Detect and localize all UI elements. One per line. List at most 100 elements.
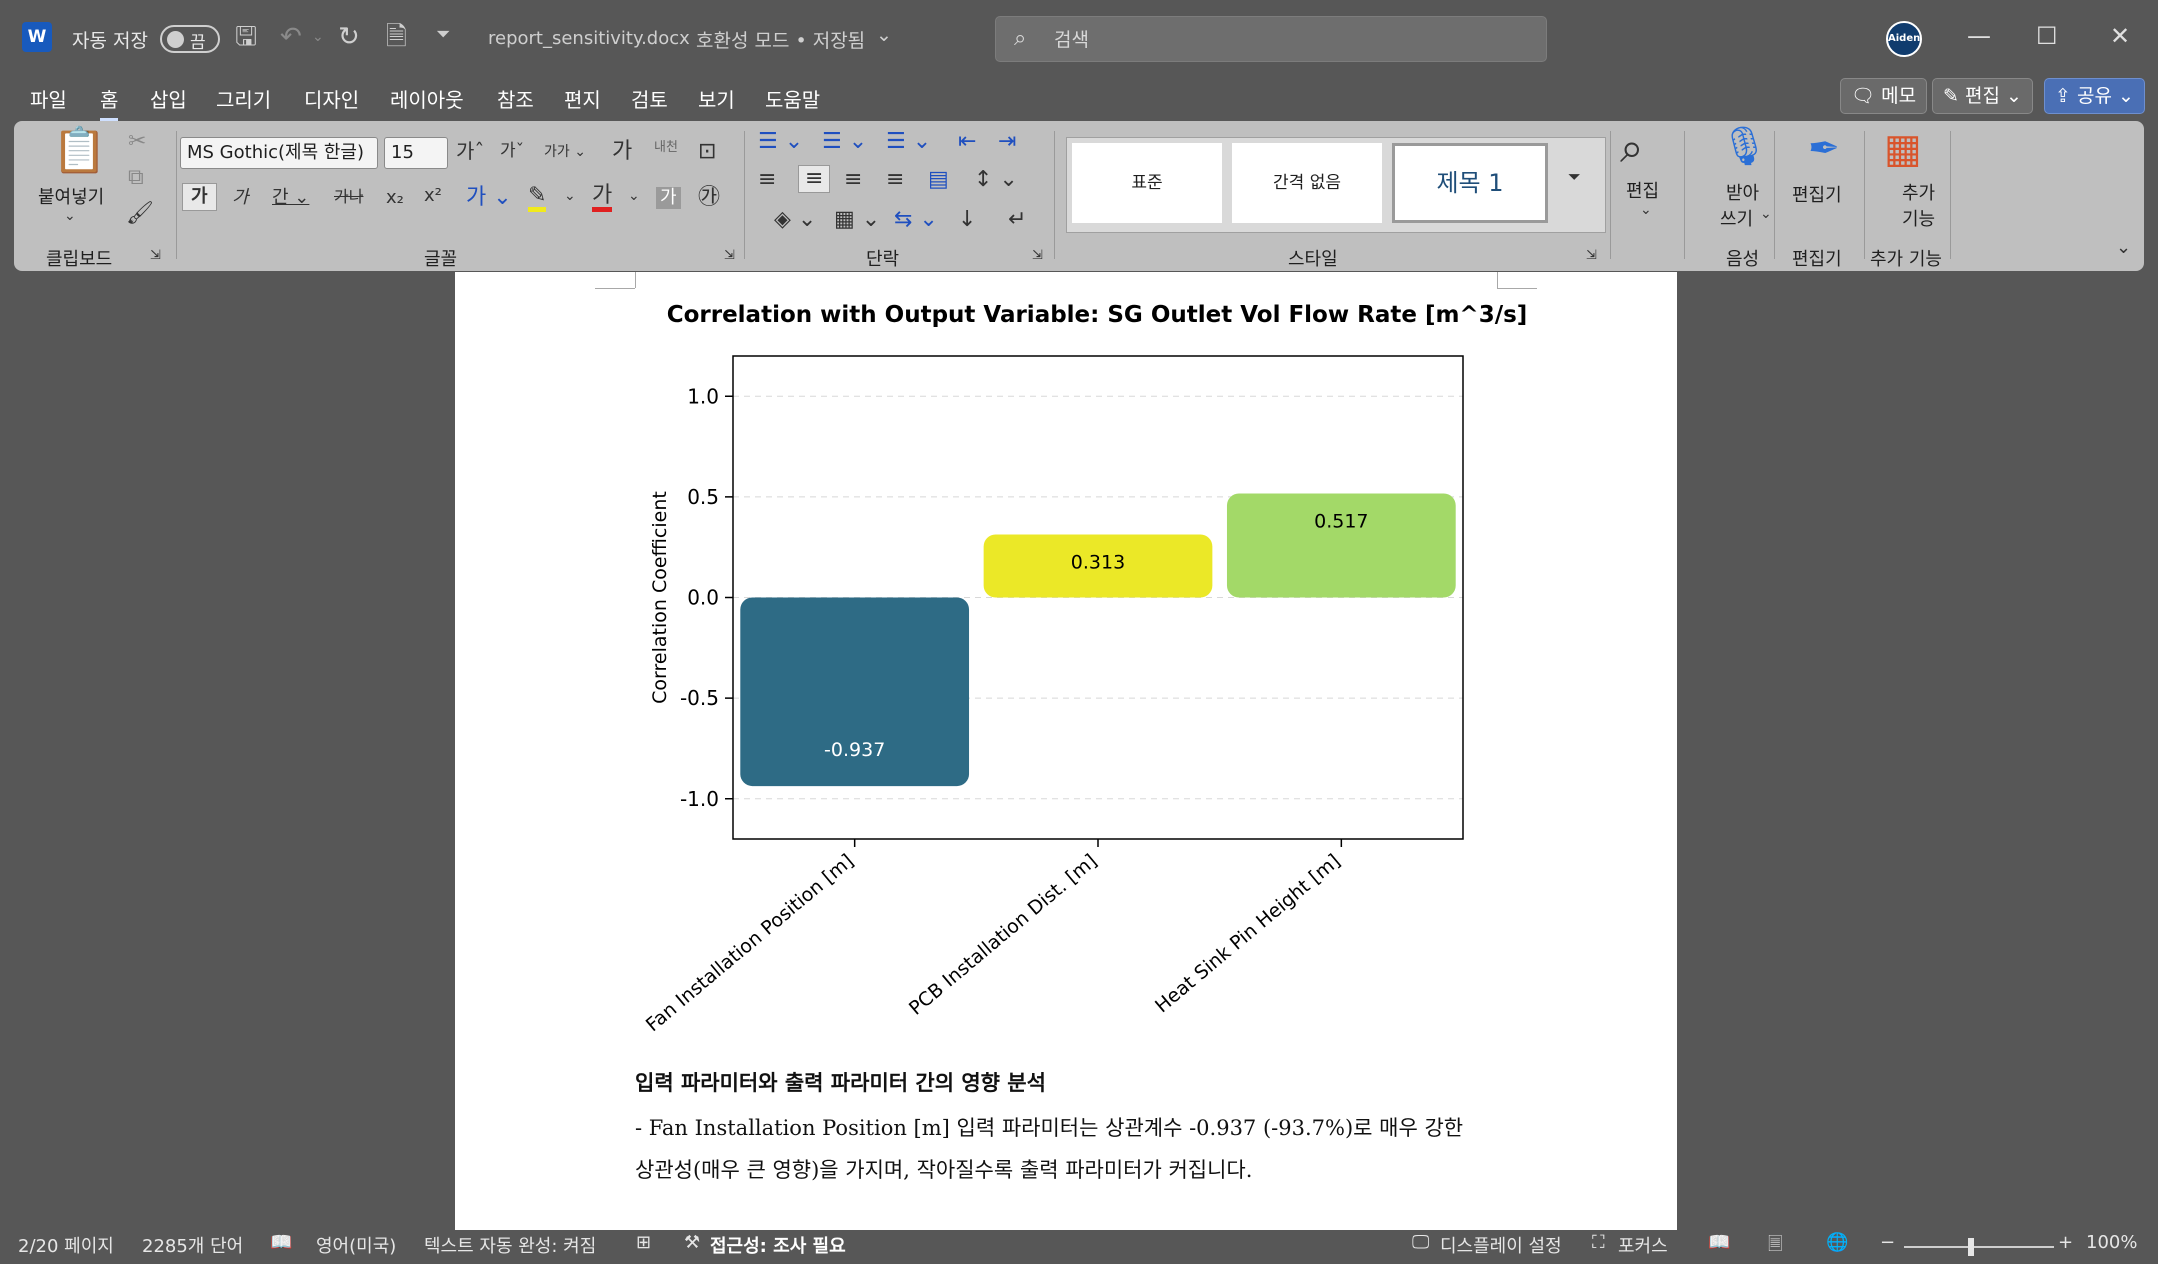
- dictate-label-line2[interactable]: 쓰기: [1720, 205, 1753, 231]
- language[interactable]: 영어(미국): [316, 1232, 396, 1258]
- strikethrough-icon[interactable]: 가나: [334, 189, 363, 205]
- char-border-icon[interactable]: ⊡: [698, 141, 716, 163]
- underline-icon[interactable]: 간 ⌄: [272, 189, 309, 207]
- zoom-slider[interactable]: [1904, 1246, 2054, 1248]
- multilevel-list-icon[interactable]: ☰ ⌄: [886, 131, 931, 153]
- editor-pen-icon[interactable]: ✒: [1808, 129, 1840, 167]
- tab-home[interactable]: 홈: [100, 84, 119, 121]
- undo-dropdown-icon[interactable]: ⌄: [312, 30, 324, 44]
- tab-layout[interactable]: 레이아웃: [390, 84, 464, 113]
- increase-indent-icon[interactable]: ⇥: [998, 131, 1016, 153]
- tab-draw[interactable]: 그리기: [216, 84, 271, 113]
- zoom-slider-thumb[interactable]: [1968, 1238, 1974, 1256]
- line-spacing-icon[interactable]: ↕ ⌄: [974, 169, 1018, 191]
- format-painter-icon[interactable]: 🖌: [126, 203, 154, 225]
- web-layout-icon[interactable]: 🌐: [1826, 1232, 1848, 1253]
- text-direction-icon[interactable]: ⇆ ⌄: [894, 209, 938, 231]
- grow-font-icon[interactable]: 가ˆ: [456, 141, 484, 161]
- font-size-select[interactable]: 15: [384, 137, 448, 169]
- addins-label-line2[interactable]: 기능: [1902, 205, 1935, 231]
- numbering-icon[interactable]: ☰ ⌄: [822, 131, 867, 153]
- copy-icon[interactable]: ⧉: [128, 167, 144, 189]
- cut-icon[interactable]: ✂: [128, 131, 146, 153]
- style-no-spacing[interactable]: 간격 없음: [1232, 143, 1382, 223]
- char-shading-icon[interactable]: 가: [656, 187, 681, 209]
- align-right-icon[interactable]: ≡: [844, 169, 862, 191]
- editing-label[interactable]: 편집: [1626, 177, 1659, 203]
- zoom-out-icon[interactable]: −: [1880, 1232, 1895, 1253]
- style-heading-1[interactable]: 제목 1: [1392, 143, 1548, 223]
- style-normal[interactable]: 표준: [1072, 143, 1222, 223]
- clipboard-launcher-icon[interactable]: ⇲: [150, 249, 161, 262]
- tab-references[interactable]: 참조: [497, 84, 534, 113]
- paste-dropdown-icon[interactable]: ⌄: [64, 209, 76, 223]
- font-family-select[interactable]: MS Gothic(제목 한글): [180, 137, 378, 169]
- customize-qat-icon[interactable]: ⏷: [436, 26, 450, 44]
- tab-help[interactable]: 도움말: [765, 84, 820, 113]
- word-count[interactable]: 2285개 단어: [142, 1232, 243, 1258]
- addins-grid-icon[interactable]: ▦: [1884, 129, 1922, 169]
- avatar[interactable]: Aiden: [1886, 21, 1922, 57]
- minimize-icon[interactable]: —: [1967, 22, 1991, 50]
- share-button[interactable]: ⇪ 공유 ⌄: [2044, 78, 2145, 114]
- justify-icon[interactable]: ≡: [886, 169, 904, 191]
- change-case-icon[interactable]: 가가 ⌄: [544, 145, 586, 159]
- highlight-icon[interactable]: ✎: [528, 185, 547, 212]
- find-icon[interactable]: ⌕: [1620, 127, 1644, 169]
- text-predictions[interactable]: 텍스트 자동 완성: 켜짐: [424, 1232, 596, 1258]
- editor-label[interactable]: 편집기: [1792, 181, 1842, 207]
- proofing-icon[interactable]: 📖: [270, 1232, 292, 1253]
- tab-file[interactable]: 파일: [30, 84, 67, 113]
- search-box[interactable]: ⌕: [995, 16, 1547, 62]
- font-color-dropdown-icon[interactable]: ⌄: [628, 189, 640, 203]
- paragraph-launcher-icon[interactable]: ⇲: [1032, 249, 1043, 262]
- show-marks-icon[interactable]: ↵: [1008, 209, 1026, 231]
- editing-mode-button[interactable]: ✎ 편집 ⌄: [1932, 78, 2033, 114]
- editing-dropdown-icon[interactable]: ⌄: [1640, 203, 1652, 217]
- decrease-indent-icon[interactable]: ⇤: [958, 131, 976, 153]
- subscript-icon[interactable]: x₂: [386, 189, 404, 207]
- document-mode[interactable]: 호환성 모드 • 저장됨: [696, 26, 865, 53]
- mode-dropdown-icon[interactable]: ⌄: [876, 24, 892, 46]
- tab-insert[interactable]: 삽입: [150, 84, 187, 113]
- macro-icon[interactable]: ⊞: [636, 1232, 651, 1253]
- read-mode-icon[interactable]: 📖: [1708, 1232, 1730, 1253]
- tab-view[interactable]: 보기: [698, 84, 735, 113]
- memo-button[interactable]: 🗨 메모: [1840, 78, 1928, 114]
- addins-label-line1[interactable]: 추가: [1902, 179, 1935, 205]
- accessibility-status[interactable]: 접근성: 조사 필요: [710, 1232, 846, 1258]
- tab-design[interactable]: 디자인: [304, 84, 359, 113]
- italic-icon[interactable]: 가: [232, 189, 249, 207]
- styles-launcher-icon[interactable]: ⇲: [1586, 249, 1597, 262]
- paste-label[interactable]: 붙여넣기: [38, 183, 104, 209]
- print-layout-icon[interactable]: 🗎: [386, 24, 407, 50]
- enclose-char-icon[interactable]: ㉮: [698, 187, 720, 209]
- collapse-ribbon-icon[interactable]: ⌄: [2116, 239, 2131, 257]
- paste-icon[interactable]: 📋: [52, 129, 107, 173]
- dictate-dropdown-icon[interactable]: ⌄: [1760, 207, 1772, 221]
- undo-icon[interactable]: ↶: [280, 24, 302, 50]
- zoom-level[interactable]: 100%: [2086, 1232, 2137, 1253]
- font-launcher-icon[interactable]: ⇲: [724, 249, 735, 262]
- search-input[interactable]: [1052, 24, 1476, 56]
- microphone-icon[interactable]: 🎙: [1720, 127, 1768, 165]
- page-count[interactable]: 2/20 페이지: [18, 1232, 114, 1258]
- distributed-icon[interactable]: ▤: [928, 169, 949, 191]
- align-center-icon[interactable]: ≡: [798, 165, 831, 193]
- borders-icon[interactable]: ▦ ⌄: [834, 209, 880, 231]
- maximize-icon[interactable]: ☐: [2036, 22, 2058, 50]
- display-settings[interactable]: 디스플레이 설정: [1440, 1232, 1562, 1258]
- styles-more-icon[interactable]: ⏷: [1568, 169, 1581, 185]
- superscript-icon[interactable]: x²: [424, 187, 442, 205]
- print-layout-view-icon[interactable]: 🗏: [1768, 1232, 1782, 1262]
- bold-icon[interactable]: 가: [182, 183, 217, 211]
- document-page[interactable]: Correlation with Output Variable: SG Out…: [455, 272, 1677, 1232]
- autosave-toggle[interactable]: 끔: [160, 25, 220, 53]
- close-icon[interactable]: ✕: [2110, 22, 2130, 50]
- display-settings-icon[interactable]: 🖵: [1412, 1232, 1429, 1253]
- dictate-label-line1[interactable]: 받아: [1726, 179, 1759, 205]
- sort-icon[interactable]: ↓: [958, 209, 976, 231]
- accessibility-icon[interactable]: ⚒: [684, 1232, 700, 1253]
- bullets-icon[interactable]: ☰ ⌄: [758, 131, 803, 153]
- highlight-dropdown-icon[interactable]: ⌄: [564, 189, 576, 203]
